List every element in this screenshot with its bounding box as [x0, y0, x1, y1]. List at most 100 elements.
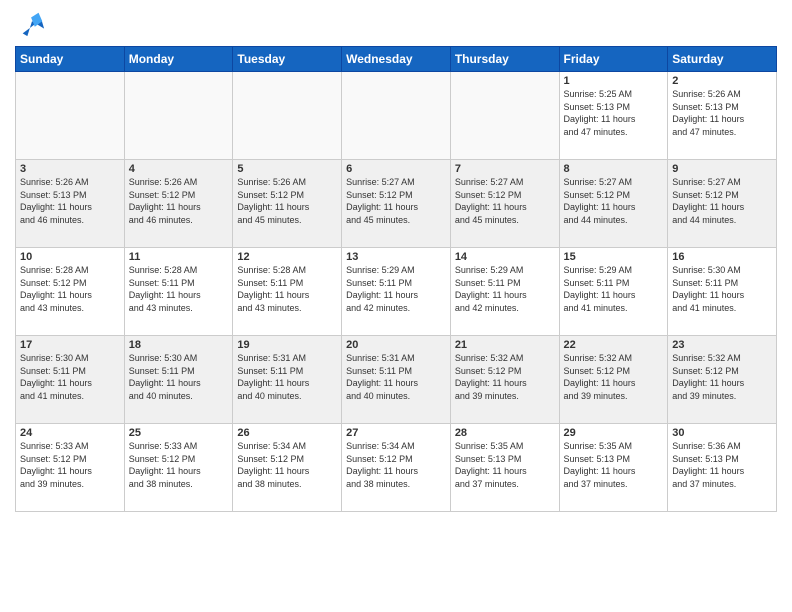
- calendar-cell: 17Sunrise: 5:30 AMSunset: 5:11 PMDayligh…: [16, 336, 125, 424]
- weekday-header-thursday: Thursday: [450, 47, 559, 72]
- day-number: 8: [564, 163, 664, 175]
- weekday-header-wednesday: Wednesday: [342, 47, 451, 72]
- calendar: SundayMondayTuesdayWednesdayThursdayFrid…: [15, 46, 777, 512]
- day-info: Sunrise: 5:30 AMSunset: 5:11 PMDaylight:…: [129, 352, 229, 402]
- day-number: 26: [237, 427, 337, 439]
- day-info: Sunrise: 5:26 AMSunset: 5:12 PMDaylight:…: [237, 176, 337, 226]
- calendar-cell: 28Sunrise: 5:35 AMSunset: 5:13 PMDayligh…: [450, 424, 559, 512]
- day-number: 28: [455, 427, 555, 439]
- calendar-cell: 25Sunrise: 5:33 AMSunset: 5:12 PMDayligh…: [124, 424, 233, 512]
- day-number: 29: [564, 427, 664, 439]
- calendar-cell: 26Sunrise: 5:34 AMSunset: 5:12 PMDayligh…: [233, 424, 342, 512]
- day-number: 24: [20, 427, 120, 439]
- day-number: 10: [20, 251, 120, 263]
- calendar-cell: 22Sunrise: 5:32 AMSunset: 5:12 PMDayligh…: [559, 336, 668, 424]
- day-number: 16: [672, 251, 772, 263]
- calendar-cell: 8Sunrise: 5:27 AMSunset: 5:12 PMDaylight…: [559, 160, 668, 248]
- day-number: 11: [129, 251, 229, 263]
- weekday-header-saturday: Saturday: [668, 47, 777, 72]
- calendar-cell: 21Sunrise: 5:32 AMSunset: 5:12 PMDayligh…: [450, 336, 559, 424]
- day-info: Sunrise: 5:31 AMSunset: 5:11 PMDaylight:…: [346, 352, 446, 402]
- day-info: Sunrise: 5:32 AMSunset: 5:12 PMDaylight:…: [455, 352, 555, 402]
- day-info: Sunrise: 5:31 AMSunset: 5:11 PMDaylight:…: [237, 352, 337, 402]
- day-info: Sunrise: 5:30 AMSunset: 5:11 PMDaylight:…: [672, 264, 772, 314]
- day-info: Sunrise: 5:27 AMSunset: 5:12 PMDaylight:…: [346, 176, 446, 226]
- weekday-header-monday: Monday: [124, 47, 233, 72]
- day-info: Sunrise: 5:34 AMSunset: 5:12 PMDaylight:…: [237, 440, 337, 490]
- calendar-cell: 23Sunrise: 5:32 AMSunset: 5:12 PMDayligh…: [668, 336, 777, 424]
- day-number: 6: [346, 163, 446, 175]
- day-number: 15: [564, 251, 664, 263]
- calendar-cell: 5Sunrise: 5:26 AMSunset: 5:12 PMDaylight…: [233, 160, 342, 248]
- day-info: Sunrise: 5:26 AMSunset: 5:12 PMDaylight:…: [129, 176, 229, 226]
- calendar-cell: 9Sunrise: 5:27 AMSunset: 5:12 PMDaylight…: [668, 160, 777, 248]
- day-number: 3: [20, 163, 120, 175]
- day-number: 21: [455, 339, 555, 351]
- calendar-cell: [450, 72, 559, 160]
- weekday-header-row: SundayMondayTuesdayWednesdayThursdayFrid…: [16, 47, 777, 72]
- calendar-cell: 19Sunrise: 5:31 AMSunset: 5:11 PMDayligh…: [233, 336, 342, 424]
- day-info: Sunrise: 5:28 AMSunset: 5:12 PMDaylight:…: [20, 264, 120, 314]
- day-info: Sunrise: 5:27 AMSunset: 5:12 PMDaylight:…: [672, 176, 772, 226]
- day-info: Sunrise: 5:32 AMSunset: 5:12 PMDaylight:…: [564, 352, 664, 402]
- calendar-cell: [16, 72, 125, 160]
- calendar-cell: 12Sunrise: 5:28 AMSunset: 5:11 PMDayligh…: [233, 248, 342, 336]
- day-number: 19: [237, 339, 337, 351]
- page: SundayMondayTuesdayWednesdayThursdayFrid…: [0, 0, 792, 612]
- week-row-4: 17 Sunrise: 5:30 AMSunset: 5:11 PMDayligh…: [16, 336, 777, 424]
- day-number: 20: [346, 339, 446, 351]
- day-info: Sunrise: 5:33 AMSunset: 5:12 PMDaylight:…: [20, 440, 120, 490]
- day-info: Sunrise: 5:28 AMSunset: 5:11 PMDaylight:…: [237, 264, 337, 314]
- week-row-2: 3Sunrise: 5:26 AMSunset: 5:13 PMDaylight…: [16, 160, 777, 248]
- calendar-cell: [124, 72, 233, 160]
- day-number: 12: [237, 251, 337, 263]
- header: [15, 10, 777, 38]
- day-info: Sunrise: 5:32 AMSunset: 5:12 PMDaylight:…: [672, 352, 772, 402]
- day-number: 18: [129, 339, 229, 351]
- calendar-cell: 3Sunrise: 5:26 AMSunset: 5:13 PMDaylight…: [16, 160, 125, 248]
- day-info: Sunrise: 5:33 AMSunset: 5:12 PMDaylight:…: [129, 440, 229, 490]
- week-row-5: 24Sunrise: 5:33 AMSunset: 5:12 PMDayligh…: [16, 424, 777, 512]
- calendar-cell: 6Sunrise: 5:27 AMSunset: 5:12 PMDaylight…: [342, 160, 451, 248]
- calendar-cell: 29Sunrise: 5:35 AMSunset: 5:13 PMDayligh…: [559, 424, 668, 512]
- day-number: 30: [672, 427, 772, 439]
- day-number: 4: [129, 163, 229, 175]
- day-number: 22: [564, 339, 664, 351]
- calendar-cell: 1Sunrise: 5:25 AMSunset: 5:13 PMDaylight…: [559, 72, 668, 160]
- day-number: 27: [346, 427, 446, 439]
- calendar-cell: 20Sunrise: 5:31 AMSunset: 5:11 PMDayligh…: [342, 336, 451, 424]
- day-number: 2: [672, 75, 772, 87]
- calendar-cell: [233, 72, 342, 160]
- day-number: 17: [20, 339, 120, 351]
- day-number: 25: [129, 427, 229, 439]
- calendar-cell: 4Sunrise: 5:26 AMSunset: 5:12 PMDaylight…: [124, 160, 233, 248]
- weekday-header-tuesday: Tuesday: [233, 47, 342, 72]
- calendar-cell: 14Sunrise: 5:29 AMSunset: 5:11 PMDayligh…: [450, 248, 559, 336]
- calendar-cell: 13Sunrise: 5:29 AMSunset: 5:11 PMDayligh…: [342, 248, 451, 336]
- day-info: Sunrise: 5:36 AMSunset: 5:13 PMDaylight:…: [672, 440, 772, 490]
- day-info: Sunrise: 5:28 AMSunset: 5:11 PMDaylight:…: [129, 264, 229, 314]
- day-number: 14: [455, 251, 555, 263]
- day-info: Sunrise: 5:27 AMSunset: 5:12 PMDaylight:…: [455, 176, 555, 226]
- day-info: Sunrise: 5:29 AMSunset: 5:11 PMDaylight:…: [455, 264, 555, 314]
- week-row-1: 1Sunrise: 5:25 AMSunset: 5:13 PMDaylight…: [16, 72, 777, 160]
- day-number: 13: [346, 251, 446, 263]
- calendar-cell: 11Sunrise: 5:28 AMSunset: 5:11 PMDayligh…: [124, 248, 233, 336]
- calendar-cell: [342, 72, 451, 160]
- calendar-cell: 2Sunrise: 5:26 AMSunset: 5:13 PMDaylight…: [668, 72, 777, 160]
- calendar-cell: 30Sunrise: 5:36 AMSunset: 5:13 PMDayligh…: [668, 424, 777, 512]
- calendar-cell: 16Sunrise: 5:30 AMSunset: 5:11 PMDayligh…: [668, 248, 777, 336]
- calendar-cell: 10Sunrise: 5:28 AMSunset: 5:12 PMDayligh…: [16, 248, 125, 336]
- calendar-cell: 24Sunrise: 5:33 AMSunset: 5:12 PMDayligh…: [16, 424, 125, 512]
- day-number: 7: [455, 163, 555, 175]
- day-info: Sunrise: 5:26 AMSunset: 5:13 PMDaylight:…: [20, 176, 120, 226]
- day-info: Sunrise: 5:29 AMSunset: 5:11 PMDaylight:…: [346, 264, 446, 314]
- day-info: Sunrise: 5:35 AMSunset: 5:13 PMDaylight:…: [455, 440, 555, 490]
- logo-icon: [18, 10, 46, 38]
- day-info: Sunrise: 5:29 AMSunset: 5:11 PMDaylight:…: [564, 264, 664, 314]
- weekday-header-sunday: Sunday: [16, 47, 125, 72]
- calendar-cell: 7Sunrise: 5:27 AMSunset: 5:12 PMDaylight…: [450, 160, 559, 248]
- day-number: 23: [672, 339, 772, 351]
- calendar-cell: 18Sunrise: 5:30 AMSunset: 5:11 PMDayligh…: [124, 336, 233, 424]
- day-number: 5: [237, 163, 337, 175]
